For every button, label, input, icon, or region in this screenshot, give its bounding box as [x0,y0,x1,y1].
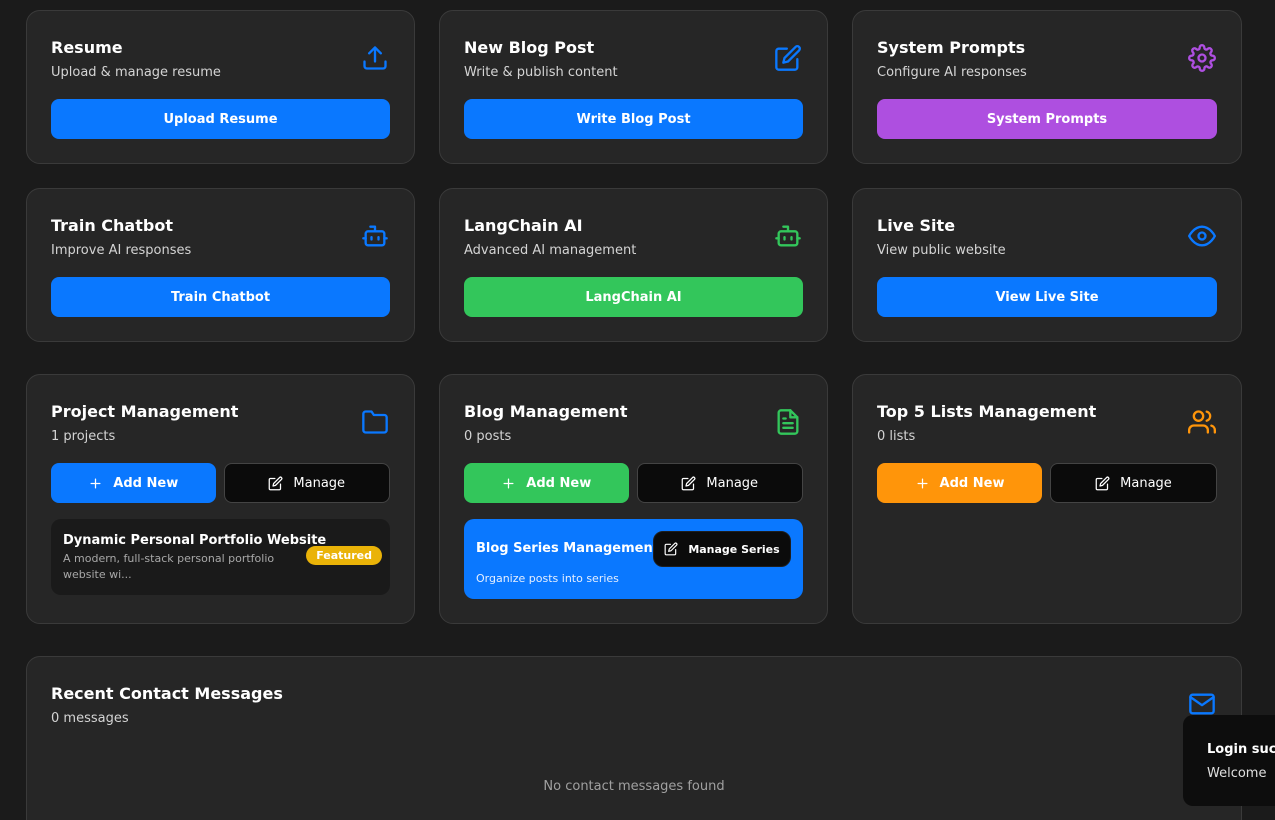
card-title: Top 5 Lists Management [877,402,1097,421]
toast-message: Welcome [1207,766,1267,781]
blog-management-card: Blog Management 0 posts Add New Manage B… [439,374,828,624]
card-subtitle: Configure AI responses [877,65,1027,80]
lists-management-card: Top 5 Lists Management 0 lists Add New M… [852,374,1242,624]
project-description: A modern, full-stack personal portfolio … [63,552,275,581]
folder-icon [360,407,390,437]
card-title: Project Management [51,402,239,421]
card-subtitle: Upload & manage resume [51,65,221,80]
plus-icon [917,478,928,488]
project-management-card: Project Management 1 projects Add New Ma… [26,374,415,624]
train-chatbot-card: Train Chatbot Improve AI responses Train… [26,188,415,342]
system-prompts-button[interactable]: System Prompts [877,99,1217,139]
login-toast[interactable]: Login succ Welcome [1183,715,1275,806]
card-subtitle: 0 messages [51,711,129,726]
eye-icon [1187,221,1217,251]
card-subtitle: View public website [877,243,1006,258]
add-list-button[interactable]: Add New [877,463,1042,503]
card-subtitle: 1 projects [51,429,116,444]
manage-series-button[interactable]: Manage Series [653,531,791,567]
manage-blog-button[interactable]: Manage [636,463,803,503]
users-icon [1187,407,1217,437]
edit-icon [773,43,803,73]
button-label: Add New [939,475,1005,491]
card-title: New Blog Post [464,38,595,57]
live-site-card: Live Site View public website View Live … [852,188,1242,342]
toast-title: Login succ [1207,742,1275,757]
card-subtitle: Write & publish content [464,65,618,80]
bot-icon [773,221,803,251]
card-title: Recent Contact Messages [51,684,283,703]
plus-icon [90,478,101,488]
card-title: Train Chatbot [51,216,173,235]
series-title: Blog Series Management [476,541,659,556]
button-label: Manage [1120,475,1172,491]
contact-messages-card: Recent Contact Messages 0 messages No co… [26,656,1242,820]
button-label: Add New [526,475,592,491]
new-blog-post-card: New Blog Post Write & publish content Wr… [439,10,828,164]
write-blog-post-button[interactable]: Write Blog Post [464,99,803,139]
plus-icon [503,478,514,488]
project-title: Dynamic Personal Portfolio Website [63,533,327,548]
card-title: LangChain AI [464,216,583,235]
card-subtitle: Improve AI responses [51,243,192,258]
blog-actions: Add New Manage [464,463,803,503]
empty-messages-text: No contact messages found [543,779,725,794]
gear-icon [1187,43,1217,73]
blog-series-panel: Blog Series Management Manage Series Org… [464,519,803,599]
edit-icon [1095,476,1110,490]
upload-resume-button[interactable]: Upload Resume [51,99,390,139]
button-label: Manage [293,475,346,491]
resume-card: Resume Upload & manage resume Upload Res… [26,10,415,164]
lists-actions: Add New Manage [877,463,1217,503]
train-chatbot-button[interactable]: Train Chatbot [51,277,390,317]
view-live-site-button[interactable]: View Live Site [877,277,1217,317]
series-subtitle: Organize posts into series [476,572,619,585]
add-project-button[interactable]: Add New [51,463,216,503]
featured-badge: Featured [306,546,382,565]
button-label: Add New [113,475,179,491]
edit-icon [664,542,678,556]
manage-projects-button[interactable]: Manage [223,463,390,503]
edit-icon [682,476,696,490]
edit-icon [269,476,283,490]
card-title: Live Site [877,216,956,235]
card-subtitle: 0 posts [464,429,512,444]
langchain-card: LangChain AI Advanced AI management Lang… [439,188,828,342]
button-label: Manage [706,475,759,491]
button-label: Manage Series [688,542,780,556]
card-subtitle: 0 lists [877,429,916,444]
upload-icon [360,43,390,73]
card-title: Resume [51,38,123,57]
bot-icon [360,221,390,251]
card-title: Blog Management [464,402,628,421]
document-icon [773,407,803,437]
system-prompts-card: System Prompts Configure AI responses Sy… [852,10,1242,164]
add-blog-button[interactable]: Add New [464,463,629,503]
card-title: System Prompts [877,38,1026,57]
langchain-button[interactable]: LangChain AI [464,277,803,317]
project-list-item[interactable]: Dynamic Personal Portfolio Website A mod… [51,519,390,595]
card-subtitle: Advanced AI management [464,243,637,258]
project-actions: Add New Manage [51,463,390,503]
manage-lists-button[interactable]: Manage [1050,463,1217,503]
